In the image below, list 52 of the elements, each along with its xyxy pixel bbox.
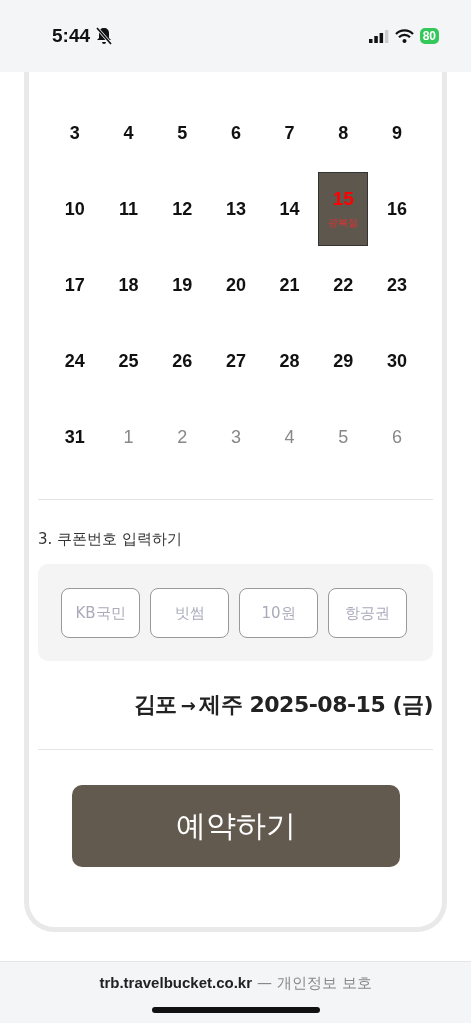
bell-muted-icon (96, 27, 113, 45)
calendar-day[interactable]: 4 (284, 426, 295, 448)
calendar-day[interactable]: 20 (225, 274, 246, 296)
day-number: 15 (332, 188, 354, 210)
calendar-day[interactable]: 30 (386, 350, 407, 372)
calendar-day[interactable]: 19 (172, 274, 193, 296)
calendar-day[interactable]: 3 (69, 122, 80, 144)
calendar-day[interactable]: 17 (64, 274, 85, 296)
site-domain: trb.travelbucket.co.kr (99, 974, 252, 993)
calendar-day[interactable]: 5 (177, 122, 188, 144)
calendar-day[interactable]: 24 (64, 350, 85, 372)
coupon-field[interactable]: 항공권 (328, 587, 407, 638)
calendar-day[interactable]: 6 (391, 426, 402, 448)
calendar-day[interactable]: 4 (123, 122, 134, 144)
coupon-field[interactable]: KB국민 (61, 587, 140, 638)
signal-icon (368, 29, 389, 43)
calendar-day[interactable]: 31 (64, 426, 85, 448)
calendar-day[interactable]: 23 (386, 274, 407, 296)
battery-level: 80 (419, 28, 439, 44)
book-button[interactable]: 예약하기 (71, 785, 400, 867)
calendar-day[interactable]: 28 (279, 350, 300, 372)
route-arrow: → (180, 694, 196, 716)
holiday-label: 광복절 (328, 216, 359, 230)
calendar-day[interactable]: 10 (64, 198, 85, 220)
calendar-day[interactable]: 6 (230, 122, 241, 144)
calendar-day[interactable]: 7 (284, 122, 295, 144)
calendar-day[interactable]: 9 (391, 122, 402, 144)
calendar-day[interactable]: 8 (338, 122, 349, 144)
calendar-day[interactable]: 18 (118, 274, 139, 296)
calendar-day[interactable]: 5 (338, 426, 349, 448)
calendar-day[interactable]: 22 (333, 274, 354, 296)
calendar-day[interactable]: 2 (177, 426, 188, 448)
calendar-day[interactable]: 27 (225, 350, 246, 372)
calendar-day[interactable]: 29 (333, 350, 354, 372)
calendar-day[interactable]: 3 (230, 426, 241, 448)
calendar-day[interactable]: 11 (119, 198, 139, 220)
calendar-day[interactable]: 14 (279, 198, 300, 220)
section-title: 3. 쿠폰번호 입력하기 (38, 530, 183, 549)
calendar-day[interactable]: 1 (123, 426, 134, 448)
calendar-day[interactable]: 25 (118, 350, 139, 372)
calendar-day[interactable]: 26 (172, 350, 193, 372)
privacy-note: — 개인정보 보호 (257, 974, 372, 993)
coupon-field[interactable]: 10원 (239, 587, 318, 638)
coupon-field[interactable]: 빗썸 (150, 587, 229, 638)
route-destination-date: 제주 2025-08-15 (금) (199, 691, 433, 719)
wifi-icon (394, 29, 414, 43)
status-time: 5:44 (52, 25, 91, 47)
calendar-day[interactable]: 12 (172, 198, 193, 220)
calendar-day[interactable]: 21 (279, 274, 300, 296)
route-origin: 김포 (133, 691, 177, 719)
calendar-day[interactable]: 13 (225, 198, 246, 220)
calendar-day[interactable]: 16 (386, 198, 407, 220)
